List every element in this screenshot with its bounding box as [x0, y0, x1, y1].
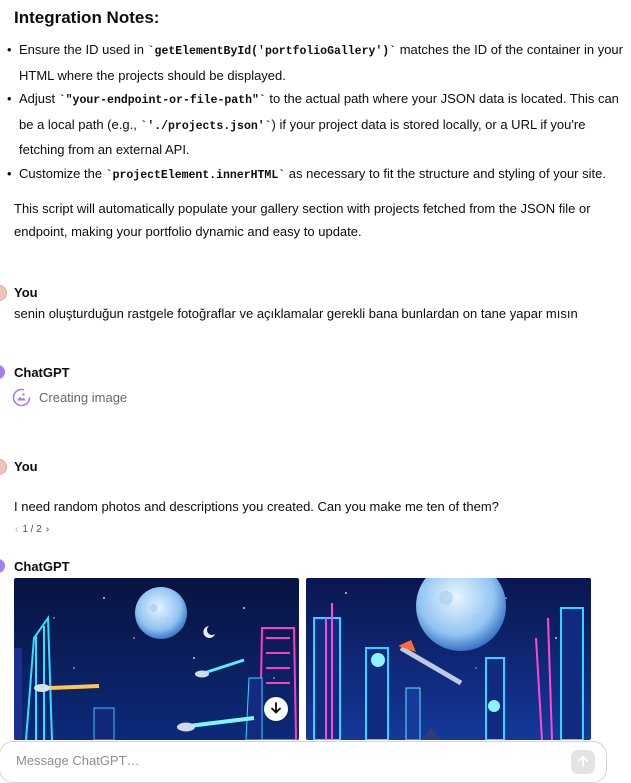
bullet-icon: • [7, 91, 12, 106]
list-item: • Adjust `"your-endpoint-or-file-path"` … [0, 87, 625, 162]
integration-notes-list: • Ensure the ID used in `getElementById(… [0, 38, 625, 187]
assistant-name: ChatGPT [14, 559, 70, 574]
inline-code: `projectElement.innerHTML` [105, 168, 286, 182]
generated-image[interactable] [306, 578, 591, 740]
message-input[interactable] [14, 752, 558, 769]
download-button[interactable] [264, 697, 288, 721]
response-pager: ‹ 1 / 2 › [15, 524, 49, 535]
inline-code: `'./projects.json'` [140, 119, 272, 133]
summary-paragraph: This script will automatically populate … [14, 201, 591, 239]
user-message: I need random photos and descriptions yo… [14, 499, 499, 514]
user-message: senin oluşturduğun rastgele fotoğraflar … [14, 306, 578, 321]
user-name: You [14, 459, 38, 474]
pager-label: 1 / 2 [22, 524, 42, 535]
list-item: • Customize the `projectElement.innerHTM… [0, 162, 625, 188]
bullet-icon: • [7, 42, 12, 57]
send-button[interactable] [571, 750, 595, 774]
user-name: You [14, 285, 38, 300]
send-arrow-icon [577, 754, 589, 770]
user-avatar [0, 285, 7, 301]
assistant-avatar [0, 365, 5, 379]
image-creation-icon [12, 388, 31, 407]
generated-image[interactable] [14, 578, 299, 740]
download-icon [270, 701, 282, 717]
assistant-name: ChatGPT [14, 365, 70, 380]
inline-code: `getElementById('portfolioGallery')` [147, 45, 397, 58]
inline-code: `"your-endpoint-or-file-path"` [58, 94, 266, 107]
list-item: • Ensure the ID used in `getElementById(… [0, 38, 625, 87]
user-avatar [0, 459, 7, 475]
pager-prev-button[interactable]: ‹ [15, 524, 18, 535]
assistant-avatar [0, 559, 5, 573]
creating-image-status: Creating image [12, 388, 127, 407]
pager-next-button[interactable]: › [46, 524, 49, 535]
bullet-icon: • [7, 165, 12, 181]
integration-notes-heading: Integration Notes: [14, 8, 160, 27]
